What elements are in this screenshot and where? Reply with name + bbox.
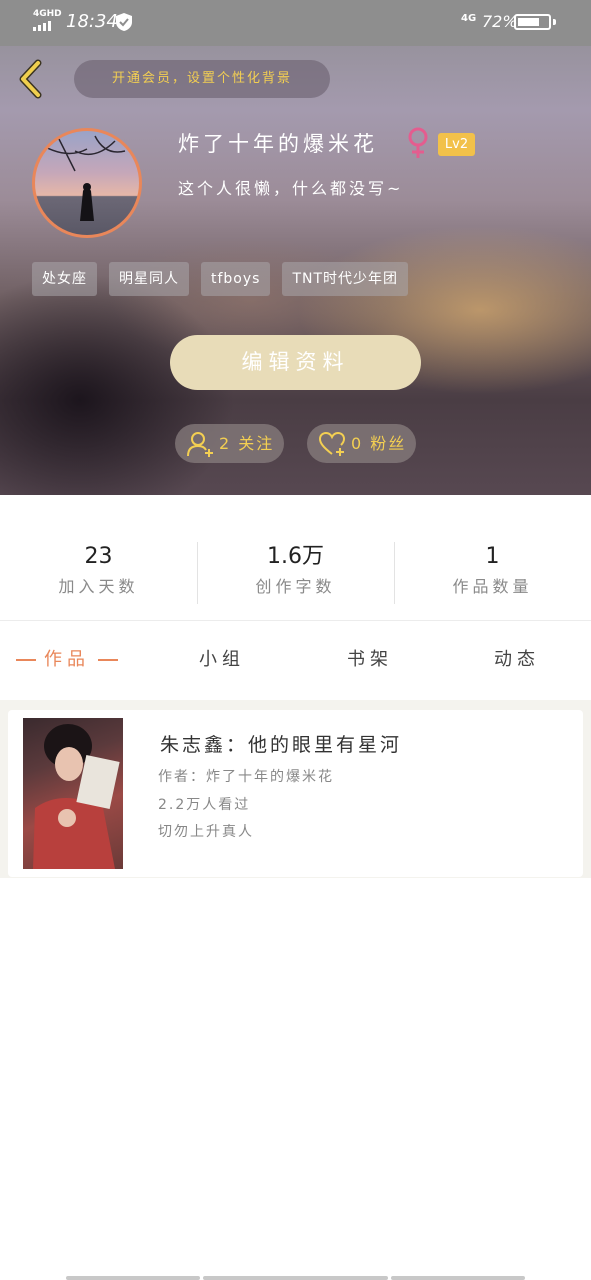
tab-label: 动态: [494, 649, 540, 670]
tab-bar: 作品 小组 书架 动态: [0, 622, 591, 700]
tag-item[interactable]: 明星同人: [109, 262, 189, 296]
username: 炸了十年的爆米花: [178, 132, 378, 156]
tag-item[interactable]: tfboys: [201, 262, 271, 296]
heart-plus-icon: [319, 431, 346, 456]
tab-indicator-right: [98, 659, 118, 661]
battery-tip: [553, 19, 556, 25]
fans-count: 0 粉丝: [351, 434, 407, 453]
avatar-image: [35, 131, 126, 221]
tab-bookshelf[interactable]: 书架: [347, 622, 393, 700]
tab-indicator-left: [16, 659, 36, 661]
stat-value: 23: [84, 544, 113, 569]
clock: 18:34: [66, 11, 118, 32]
home-indicator: [391, 1276, 525, 1280]
following-count: 2 关注: [219, 434, 275, 453]
fans-button[interactable]: 0 粉丝: [307, 424, 416, 463]
following-button[interactable]: 2 关注: [175, 424, 284, 463]
status-bar: 4GHD 18:34 4G 72%: [0, 0, 591, 46]
work-title: 朱志鑫：他的眼里有星河: [160, 734, 403, 756]
work-tag: 切勿上升真人: [158, 824, 254, 840]
level-badge: Lv2: [438, 133, 475, 156]
work-views: 2.2万人看过: [158, 797, 251, 813]
signal-icon: [33, 21, 51, 31]
add-user-icon: [187, 432, 213, 457]
stat-label: 创作字数: [255, 577, 336, 596]
divider: [0, 620, 591, 621]
battery-percent: 72%: [482, 12, 518, 31]
stats-bar: 23 加入天数 1.6万 创作字数 1 作品数量: [0, 540, 591, 606]
stat-value: 1.6万: [267, 544, 324, 569]
stat-label: 作品数量: [452, 577, 533, 596]
stat-join-days: 23 加入天数: [0, 540, 197, 606]
profile-header: 4GHD 18:34 4G 72% 开通会员，设置个性化背景 炸了十年的爆米花 …: [0, 0, 591, 495]
battery-icon: [514, 14, 551, 30]
network-type: 4GHD: [33, 9, 62, 19]
avatar[interactable]: [32, 128, 142, 238]
tab-works[interactable]: 作品: [16, 622, 126, 700]
tab-label: 书架: [347, 649, 393, 670]
shield-icon: [116, 13, 132, 31]
stat-word-count: 1.6万 创作字数: [197, 540, 394, 606]
network-type-right: 4G: [461, 13, 477, 24]
stat-value: 1: [485, 544, 500, 569]
stat-label: 加入天数: [58, 577, 139, 596]
work-cover-image: [23, 718, 123, 869]
home-indicator: [203, 1276, 388, 1280]
bio-text: 这个人很懒，什么都没写~: [178, 179, 404, 198]
tab-groups[interactable]: 小组: [199, 622, 245, 700]
home-indicator: [66, 1276, 200, 1280]
tab-label: 作品: [44, 649, 90, 670]
cover-art: [33, 724, 120, 869]
tab-label: 小组: [199, 649, 245, 670]
tag-item[interactable]: TNT时代少年团: [282, 262, 409, 296]
vip-banner-button[interactable]: 开通会员，设置个性化背景: [74, 60, 330, 98]
female-gender-icon: [408, 127, 428, 158]
work-author: 作者：炸了十年的爆米花: [158, 769, 334, 785]
tab-activity[interactable]: 动态: [494, 622, 540, 700]
work-list-item[interactable]: 朱志鑫：他的眼里有星河 作者：炸了十年的爆米花 2.2万人看过 切勿上升真人: [8, 710, 583, 877]
stat-work-count: 1 作品数量: [394, 540, 591, 606]
edit-profile-button[interactable]: 编辑资料: [170, 335, 421, 390]
back-arrow-icon[interactable]: [14, 58, 48, 100]
tag-list: 处女座 明星同人 tfboys TNT时代少年团: [32, 262, 409, 296]
tag-item[interactable]: 处女座: [32, 262, 97, 296]
